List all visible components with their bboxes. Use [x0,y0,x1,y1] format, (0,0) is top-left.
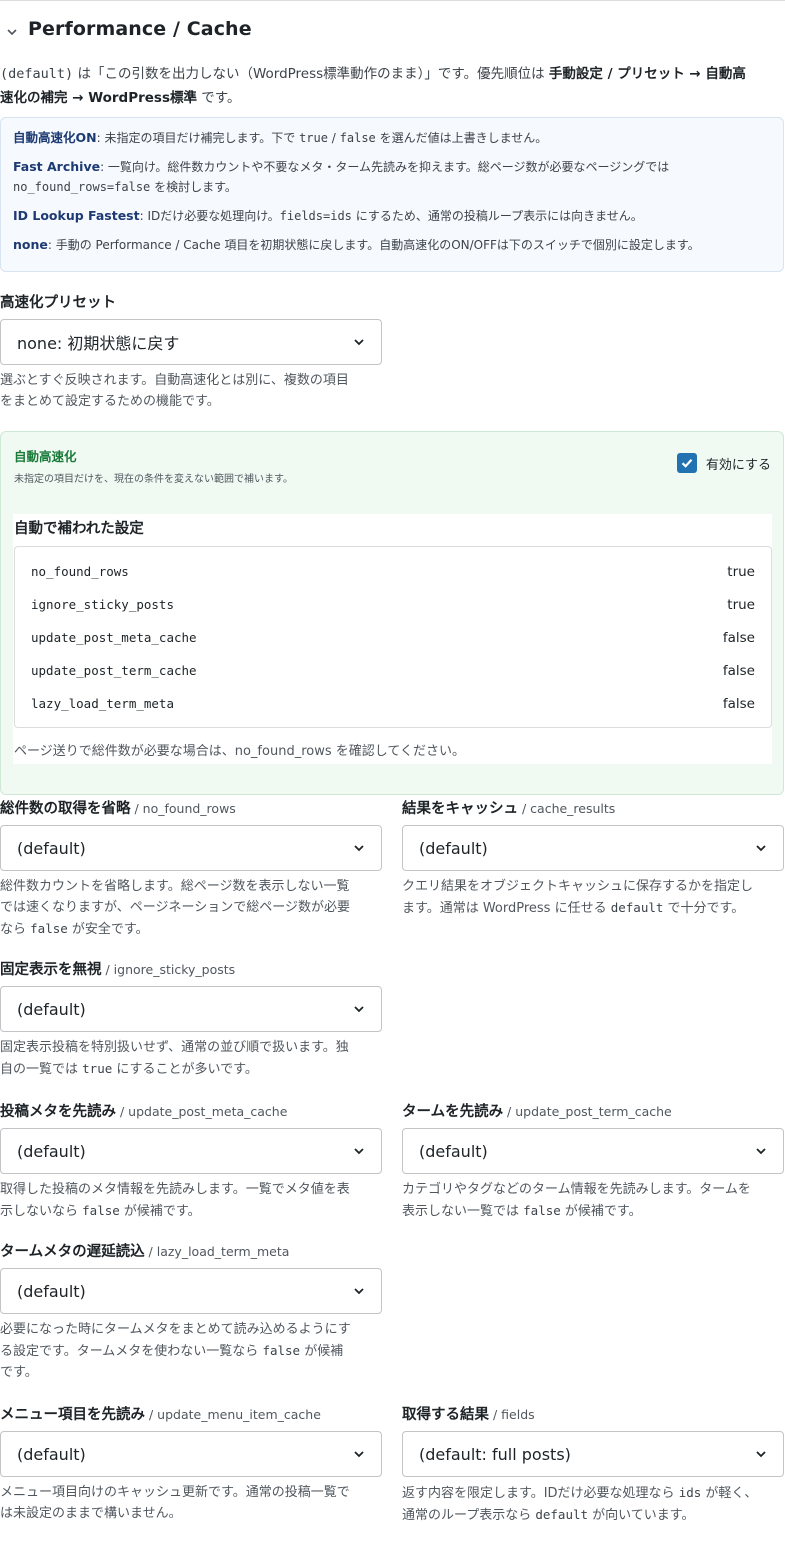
auto-description: 未指定の項目だけを、現在の条件を変えない範囲で補います。 [14,474,293,485]
filled-title: 自動で補われた設定 [14,521,144,537]
no-found-rows-select[interactable]: (default) [0,825,382,871]
checkmark-icon [681,459,693,468]
table-row: ignore_sticky_posts true [31,596,755,613]
intro-code: (default) [0,66,74,82]
auto-title: 自動高速化 [14,449,77,464]
chevron-down-icon [354,339,364,346]
update-post-meta-cache-label: 投稿メタを先読み / update_post_meta_cache [0,1104,288,1120]
preset-label: 高速化プリセット [0,295,116,311]
chevron-down-icon [354,1006,364,1013]
auto-filled-settings: 自動で補われた設定 no_found_rows true ignore_stick… [13,514,772,764]
no-found-rows-label: 総件数の取得を省略 / no_found_rows [0,801,236,817]
update-menu-item-cache-help: メニュー項目向けのキャッシュ更新です。通常の投稿一覧で は未設定のままで構いません… [0,1485,350,1521]
table-row: no_found_rows true [31,563,755,580]
filled-note: ページ送りで総件数が必要な場合は、no_found_rows を確認してください… [14,744,465,759]
chevron-down-icon [756,1148,766,1155]
filled-settings-table: no_found_rows true ignore_sticky_posts tru… [14,546,772,728]
info-auto-on: 自動高速化ON: 未指定の項目だけ補完します。下で true / false を… [13,130,548,145]
cache-results-help: クエリ結果をオブジェクトキャッシュに保存するかを指定し ます。通常は WordPr… [402,879,754,916]
table-row: update_post_meta_cache false [31,629,755,646]
chevron-down-icon[interactable] [6,26,18,38]
top-divider [0,0,785,1]
lazy-load-term-meta-select[interactable]: (default) [0,1268,382,1314]
chevron-down-icon [756,1451,766,1458]
update-menu-item-cache-label: メニュー項目を先読み / update_menu_item_cache [0,1407,321,1423]
ignore-sticky-posts-label: 固定表示を無視 / ignore_sticky_posts [0,962,236,978]
fields-select[interactable]: (default: full posts) [402,1431,784,1477]
chevron-down-icon [354,1148,364,1155]
chevron-down-icon [354,1288,364,1295]
cache-results-label: 結果をキャッシュ / cache_results [402,801,616,817]
fields-help: 返す内容を限定します。IDだけ必要な処理なら ids が軽く、 通常のループ表示な… [402,1485,758,1523]
lazy-load-term-meta-help: 必要になった時にタームメタをまとめて読み込めるようにす る設定です。タームメタを使… [0,1322,351,1380]
chevron-down-icon [354,1451,364,1458]
lazy-load-term-meta-label: タームメタの遅延読込 / lazy_load_term_meta [0,1244,290,1260]
intro-text: (default) は「この引数を出力しない（WordPress標準動作のまま）… [0,66,746,106]
section-header[interactable]: Performance / Cache [6,18,252,40]
section-title: Performance / Cache [28,18,252,40]
table-row: update_post_term_cache false [31,662,755,679]
ignore-sticky-posts-help: 固定表示投稿を特別扱いせず、通常の並び順で扱います。独 自の一覧では true に… [0,1040,349,1077]
enable-checkbox[interactable] [676,453,697,473]
update-post-term-cache-select[interactable]: (default) [402,1128,784,1174]
update-post-meta-cache-select[interactable]: (default) [0,1128,382,1174]
fields-label: 取得する結果 / fields [402,1407,535,1423]
preset-help: 選ぶとすぐ反映されます。自動高速化とは別に、複数の項目 をまとめて設定するための機… [0,373,349,409]
info-id-lookup: ID Lookup Fastest: IDだけ必要な処理向け。fields=id… [13,208,643,223]
preset-info-box: 自動高速化ON: 未指定の項目だけ補完します。下で true / false を… [0,117,784,272]
info-fast-archive: Fast Archive: 一覧向け。総件数カウントや不要なメタ・ターム先読みを… [13,159,670,194]
info-none: none: 手動の Performance / Cache 項目を初期状態に戻し… [13,237,700,252]
auto-enable-toggle[interactable]: 有効にする [676,453,771,473]
ignore-sticky-posts-select[interactable]: (default) [0,986,382,1032]
cache-results-select[interactable]: (default) [402,825,784,871]
auto-optimization-panel: 自動高速化 未指定の項目だけを、現在の条件を変えない範囲で補います。 有効にする… [0,431,784,795]
preset-select[interactable]: none: 初期状態に戻す [0,319,382,365]
update-post-term-cache-help: カテゴリやタグなどのターム情報を先読みします。タームを 表示しない一覧では fal… [402,1182,751,1219]
update-post-term-cache-label: タームを先読み / update_post_term_cache [402,1104,672,1120]
chevron-down-icon [756,845,766,852]
update-post-meta-cache-help: 取得した投稿のメタ情報を先読みします。一覧でメタ値を表 示しないなら false … [0,1182,350,1219]
no-found-rows-help: 総件数カウントを省略します。総ページ数を表示しない一覧 では速くなりますが、ページ… [0,879,350,937]
chevron-down-icon [354,845,364,852]
update-menu-item-cache-select[interactable]: (default) [0,1431,382,1477]
table-row: lazy_load_term_meta false [31,695,755,712]
